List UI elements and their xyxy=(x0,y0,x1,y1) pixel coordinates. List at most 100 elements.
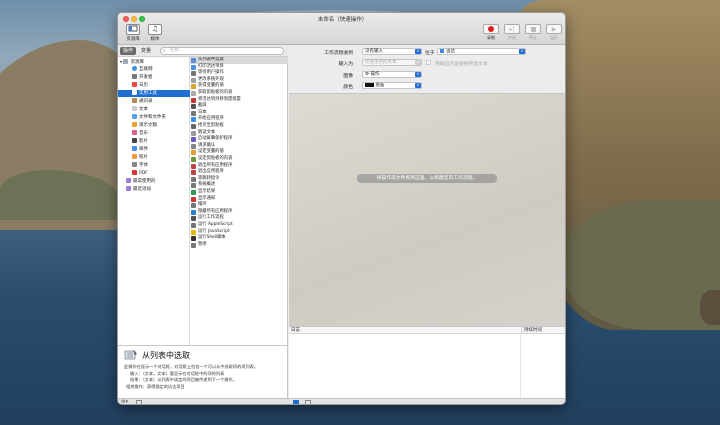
action-icon xyxy=(191,150,196,156)
workflow-view-icon[interactable] xyxy=(293,400,299,404)
input-type-popup[interactable]: 仅限主用的文本 ⇕ xyxy=(362,59,422,66)
run-button[interactable]: ▶ 运行 xyxy=(544,24,564,41)
action-icon xyxy=(191,223,196,228)
action-item[interactable]: 等待用户操作 xyxy=(190,70,288,77)
action-item[interactable]: 获得变量的值 xyxy=(190,83,288,90)
action-item[interactable]: 获取剪贴板的内容 xyxy=(190,90,288,97)
utilities-icon xyxy=(132,90,137,95)
stop-button[interactable]: 停止 xyxy=(523,24,543,41)
log-pane: 日志 持续时间 xyxy=(289,326,565,398)
library-item[interactable]: 邮件 xyxy=(132,146,148,153)
library-tabs: 操作 变量 ⌕ 名称 xyxy=(118,45,288,57)
tab-actions[interactable]: 操作 xyxy=(120,47,137,55)
color-popup[interactable]: 黑色 ⇕ xyxy=(362,82,422,89)
action-item[interactable]: 运行 AppleScript xyxy=(190,222,288,229)
automator-window: 未命名（快速操作） 资源库 ♫ 媒体 录制 ▸| 步进 停止 ▶ 运行 操作 变… xyxy=(117,12,566,405)
color-swatch xyxy=(365,83,374,87)
pdf-icon xyxy=(132,170,137,175)
media-button[interactable]: ♫ 媒体 xyxy=(142,24,168,42)
log-divider xyxy=(520,334,521,398)
finder-icon xyxy=(132,114,137,119)
library-item[interactable]: 影片 xyxy=(132,138,148,145)
gear-icon: ⚙ xyxy=(365,72,370,77)
font-icon xyxy=(132,162,137,167)
library-item[interactable]: 字体 xyxy=(132,162,148,169)
toggle-description-icon[interactable] xyxy=(136,400,142,404)
action-icon xyxy=(191,137,196,143)
library-item[interactable]: 通讯录 xyxy=(132,98,153,105)
action-item[interactable]: 显示结果 xyxy=(190,189,288,196)
description-text: 此操作在显示一个对话框，对话框上包含一个可以从中选取项的项列表。 输入：（文本，… xyxy=(124,364,259,389)
action-item[interactable]: 运行工作流程 xyxy=(190,215,288,222)
library-item[interactable]: 日历 xyxy=(132,82,148,89)
step-icon: ▸| xyxy=(504,24,520,34)
log-column-header[interactable]: 日志 xyxy=(291,327,300,334)
library-item[interactable]: 最近添加 xyxy=(126,186,151,193)
library-item[interactable]: 互联网 xyxy=(132,66,153,73)
record-button[interactable]: 录制 xyxy=(481,24,501,41)
action-icon xyxy=(191,229,196,235)
popup-arrow-icon: ⇕ xyxy=(415,72,421,77)
workflow-header: 工作流程收到 没有输入 ⇕ 位于 访达 ⇕ 输入为 仅限主用的文本 ⇕ 用输出内容替换… xyxy=(289,45,565,94)
receives-popup[interactable]: 没有输入 ⇕ xyxy=(362,48,422,55)
image-popup[interactable]: ⚙ 操作 ⇕ xyxy=(362,71,422,78)
popup-arrow-icon: ⇕ xyxy=(519,49,525,54)
music-note-icon: ♫ xyxy=(148,24,162,35)
action-item[interactable]: 循环 xyxy=(190,202,288,209)
library-item[interactable]: 文件和文件夹 xyxy=(132,114,166,121)
action-item[interactable]: 设定剪贴板的内容 xyxy=(190,156,288,163)
action-icon xyxy=(191,84,196,90)
action-icon xyxy=(191,117,196,123)
hammer-icon xyxy=(132,74,137,79)
action-icon xyxy=(191,143,196,149)
library-item[interactable]: 文本 xyxy=(132,106,148,113)
tab-variables[interactable]: 变量 xyxy=(138,47,154,55)
action-item[interactable]: 运行Shell脚本 xyxy=(190,235,288,242)
log-view-icon[interactable] xyxy=(305,400,311,404)
action-item[interactable]: 启动屏幕保护程序 xyxy=(190,136,288,143)
library-list: ▾ 资源库 互联网 开发者 日历 实用工具 通讯录 文本 文件和文件夹 演示文稿… xyxy=(118,57,190,345)
action-icon xyxy=(191,163,196,169)
library-pane: 操作 变量 ⌕ 名称 ▾ 资源库 互联网 开发者 日历 实用工具 通讯录 文本 … xyxy=(118,45,288,345)
in-app-popup[interactable]: 访达 ⇕ xyxy=(437,48,526,55)
action-item[interactable]: 开始应用程序 xyxy=(190,116,288,123)
action-icon xyxy=(191,97,196,103)
workflow-canvas[interactable]: 将操作或文件拖到这里，以构建您的工作流程。 xyxy=(289,94,565,326)
action-icon xyxy=(191,58,196,63)
gear-icon[interactable]: ⚙▾ xyxy=(121,399,128,404)
action-item[interactable]: 设定变量的值 xyxy=(190,149,288,156)
library-item[interactable]: 演示文稿 xyxy=(132,122,157,129)
library-item[interactable]: 最常使用的 xyxy=(126,178,156,185)
action-icon xyxy=(191,170,196,176)
duration-column-header[interactable]: 持续时间 xyxy=(521,327,542,334)
record-icon xyxy=(488,26,494,32)
step-button[interactable]: ▸| 步进 xyxy=(502,24,522,41)
action-item[interactable]: 暂停 xyxy=(190,242,288,249)
library-item[interactable]: 音乐 xyxy=(132,130,148,137)
search-input[interactable]: ⌕ 名称 xyxy=(160,47,284,55)
replace-checkbox[interactable] xyxy=(426,60,431,65)
mail-icon xyxy=(132,146,137,151)
action-item[interactable]: 系统概述 xyxy=(190,182,288,189)
action-item[interactable]: 退出应用程序 xyxy=(190,169,288,176)
library-item-selected[interactable]: 实用工具 xyxy=(118,90,190,97)
library-item[interactable]: 照片 xyxy=(132,154,148,161)
window-title: 未命名（快速操作） xyxy=(317,17,368,23)
action-icon xyxy=(191,183,196,189)
action-icon xyxy=(191,130,196,136)
library-item[interactable]: PDF xyxy=(132,170,148,177)
action-item[interactable]: 拷贝至剪贴板 xyxy=(190,123,288,130)
library-item[interactable]: 开发者 xyxy=(132,74,153,81)
action-icon xyxy=(191,203,196,209)
list-picker-icon xyxy=(124,349,138,361)
stop-icon xyxy=(530,26,536,32)
folder-icon xyxy=(123,59,129,64)
action-item[interactable]: 截屏 xyxy=(190,103,288,110)
actions-list: 从列表中选取 打印活达项目 等待用户操作 更改系统外观 获得变量的值 获取剪贴板的内容 将活… xyxy=(190,57,288,345)
action-item[interactable]: 从列表中选取 xyxy=(190,57,288,64)
popup-arrow-icon: ⇕ xyxy=(415,83,421,88)
library-item[interactable]: ▾ 资源库 xyxy=(120,58,144,65)
action-icon xyxy=(191,64,196,70)
action-icon xyxy=(191,124,196,129)
action-icon xyxy=(191,91,196,96)
